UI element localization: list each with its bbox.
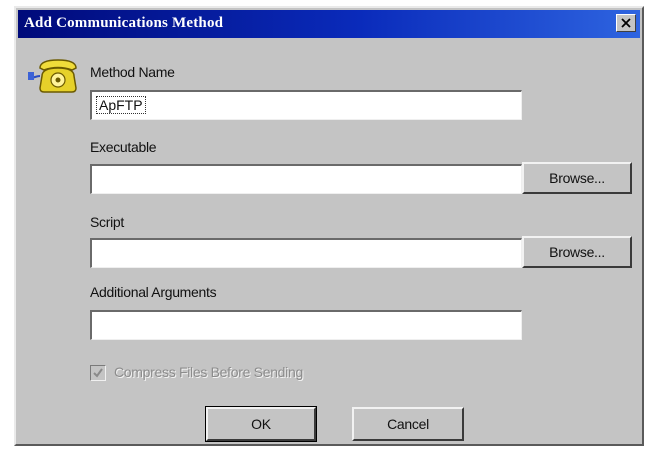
compress-checkbox[interactable] — [90, 365, 106, 381]
executable-label: Executable — [90, 139, 157, 155]
method-name-input[interactable]: ApFTP — [90, 90, 522, 120]
executable-browse-button[interactable]: Browse... — [522, 162, 632, 194]
compress-label: Compress Files Before Sending — [114, 364, 303, 380]
add-communications-method-dialog: Add Communications Method Method Name Ap… — [14, 6, 644, 446]
telephone-icon — [28, 59, 77, 93]
method-name-value: ApFTP — [96, 96, 146, 114]
script-label: Script — [90, 214, 124, 230]
additional-arguments-label: Additional Arguments — [90, 284, 217, 300]
title-bar[interactable]: Add Communications Method — [18, 10, 640, 38]
executable-input[interactable] — [90, 164, 522, 194]
method-name-label: Method Name — [90, 64, 175, 80]
script-browse-button[interactable]: Browse... — [522, 236, 632, 268]
dialog-title: Add Communications Method — [24, 15, 224, 31]
close-icon — [621, 18, 631, 28]
additional-arguments-input[interactable] — [90, 310, 522, 340]
checkmark-icon — [93, 368, 103, 378]
cancel-button[interactable]: Cancel — [352, 407, 464, 441]
script-input[interactable] — [90, 238, 522, 268]
close-button[interactable] — [616, 14, 636, 32]
ok-button[interactable]: OK — [205, 406, 317, 442]
